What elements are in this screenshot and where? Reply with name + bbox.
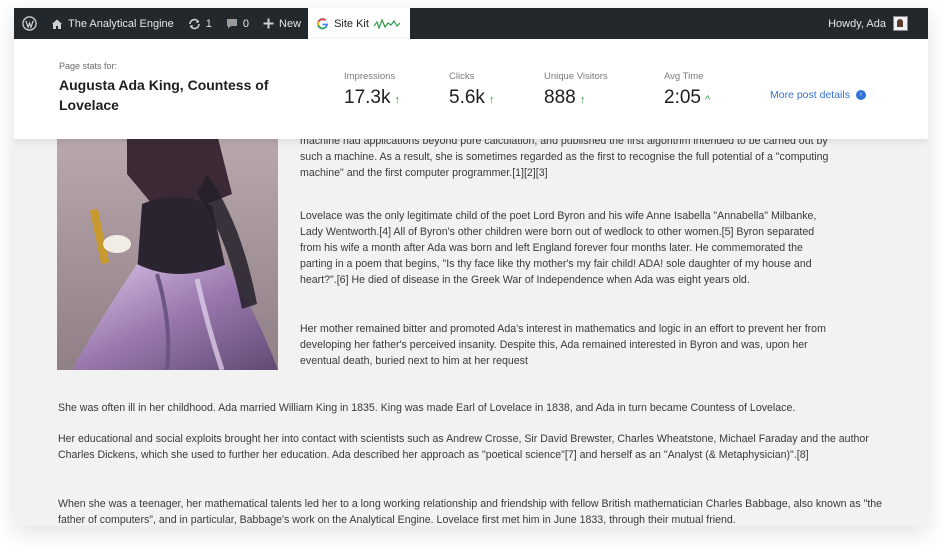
trend-up-icon: ^: [704, 94, 711, 106]
metric-number: 5.6k: [449, 87, 485, 108]
metric-label: Impressions: [344, 71, 396, 82]
article-paragraph: She was often ill in her childhood. Ada …: [58, 402, 796, 414]
comments-menu[interactable]: 0: [219, 8, 256, 39]
avatar: [893, 16, 908, 31]
sitekit-stats-panel: Page stats for: Augusta Ada King, Counte…: [14, 39, 928, 139]
sparkline-icon: [373, 17, 400, 30]
sitekit-menu[interactable]: Site Kit: [308, 8, 410, 39]
page-title: Augusta Ada King, Countess of Lovelace: [59, 77, 269, 113]
metric-label: Avg Time: [664, 71, 704, 82]
trend-up-icon: ↑: [394, 94, 400, 106]
wordpress-icon: [22, 16, 37, 31]
greeting: Howdy, Ada: [828, 17, 886, 30]
metric-value: 17.3k ↑: [344, 87, 400, 109]
plus-icon: [263, 18, 274, 29]
updates-count: 1: [205, 17, 212, 30]
site-name-menu[interactable]: The Analytical Engine: [44, 8, 181, 39]
metric-label: Unique Visitors: [544, 71, 608, 82]
site-name: The Analytical Engine: [68, 17, 174, 30]
article-paragraph: Her educational and social exploits brou…: [58, 433, 869, 461]
metric-label: Clicks: [449, 71, 475, 82]
metric-value: 2:05 ^: [664, 87, 710, 109]
metric-number: 2:05: [664, 87, 701, 108]
trend-up-icon: ↑: [579, 94, 586, 106]
portrait-image: [57, 134, 278, 370]
sitekit-label: Site Kit: [334, 17, 369, 30]
article-paragraph: Lovelace was the only legitimate child o…: [300, 210, 817, 286]
metric-number: 888: [544, 87, 576, 108]
metric-clicks: Clicks 5.6k ↑: [449, 71, 494, 109]
google-g-icon: [316, 17, 329, 30]
home-icon: [51, 18, 63, 30]
metric-avg-time: Avg Time 2:05 ^: [664, 71, 710, 109]
metric-unique-visitors: Unique Visitors 888 ↑: [544, 71, 608, 109]
trend-up-icon: ↑: [488, 94, 495, 106]
metric-number: 17.3k: [344, 87, 391, 108]
more-link-label: More post details: [770, 89, 850, 101]
account-menu[interactable]: Howdy, Ada: [821, 8, 928, 39]
wordpress-menu[interactable]: [14, 8, 44, 39]
browser-frame: machine had applications beyond pure cal…: [14, 8, 928, 526]
more-post-details-link[interactable]: More post details ›: [770, 89, 866, 101]
stats-label: Page stats for:: [59, 61, 118, 71]
comments-count: 0: [242, 17, 250, 30]
article-paragraph: When she was a teenager, her mathematica…: [58, 498, 883, 526]
admin-bar: The Analytical Engine 1 0 New Site Kit H…: [14, 8, 928, 39]
metric-impressions: Impressions 17.3k ↑: [344, 71, 400, 109]
new-label: New: [279, 17, 302, 30]
article-paragraph: Her mother remained bitter and promoted …: [300, 323, 826, 367]
new-content-menu[interactable]: New: [256, 8, 308, 39]
metric-value: 5.6k ↑: [449, 87, 494, 109]
updates-menu[interactable]: 1: [181, 8, 219, 39]
arrow-right-circle-icon: ›: [855, 90, 866, 100]
updates-icon: [188, 18, 201, 30]
metric-value: 888 ↑: [544, 87, 608, 109]
comment-icon: [226, 18, 238, 29]
article-paragraph: machine had applications beyond pure cal…: [300, 135, 829, 179]
